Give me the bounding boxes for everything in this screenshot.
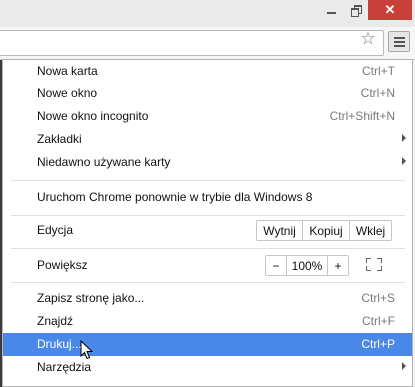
browser-toolbar: ☆ [0,27,415,60]
menu-item-new-incognito[interactable]: Nowe okno incognito Ctrl+Shift+N [3,105,412,128]
menu-item-new-window[interactable]: Nowe okno Ctrl+N [3,82,412,105]
menu-item-recent-tabs[interactable]: Niedawno używane karty [3,151,412,174]
menu-separator [11,215,405,216]
cut-button[interactable]: Wytnij [257,221,302,240]
zoom-control: − 100% + [265,255,349,276]
menu-item-save-page[interactable]: Zapisz stronę jako... Ctrl+S [3,287,412,310]
submenu-arrow-icon [402,362,406,370]
menu-item-label: Zapisz stronę jako... [37,291,145,305]
close-icon: ✕ [384,2,396,17]
title-bar: ✕ [0,0,415,27]
menu-item-zoom: Powiększ − 100% + [3,254,412,277]
zoom-in-button[interactable]: + [327,256,348,275]
chrome-menu: Nowa karta Ctrl+T Nowe okno Ctrl+N Nowe … [2,59,413,387]
menu-item-label: Powiększ [37,258,88,272]
copy-button[interactable]: Kopiuj [302,221,349,240]
hamburger-line [393,44,405,47]
menu-item-shortcut: Ctrl+P [361,337,395,351]
paste-button[interactable]: Wklej [349,221,391,240]
menu-item-print[interactable]: Drukuj... Ctrl+P [3,333,412,356]
menu-item-shortcut: Ctrl+Shift+N [329,109,395,123]
menu-separator [11,282,405,283]
menu-item-label: Uruchom Chrome ponownie w trybie dla Win… [37,190,313,204]
menu-item-label: Narzędzia [37,360,92,374]
menu-item-label: Edycja [37,223,74,237]
menu-item-shortcut: Ctrl+N [360,86,395,100]
chrome-menu-button[interactable] [388,31,410,52]
menu-item-label: Nowe okno incognito [37,109,149,123]
hamburger-line [393,36,405,39]
restore-icon [351,5,362,17]
menu-item-shortcut: Ctrl+T [362,64,395,78]
menu-item-label: Niedawno używane karty [37,155,171,169]
menu-item-label: Drukuj... [37,337,82,351]
fullscreen-icon[interactable] [366,258,382,271]
menu-item-find[interactable]: Znajdź Ctrl+F [3,310,412,333]
menu-item-label: Znajdź [37,314,74,328]
restore-button[interactable] [344,0,368,20]
close-button[interactable]: ✕ [368,0,412,20]
menu-item-relaunch-windows8[interactable]: Uruchom Chrome ponownie w trybie dla Win… [3,186,412,209]
mouse-cursor-icon [80,340,94,360]
menu-item-tools[interactable]: Narzędzia [3,356,412,379]
hamburger-line [393,40,405,43]
menu-item-shortcut: Ctrl+S [361,291,395,305]
submenu-arrow-icon [402,134,406,142]
edit-button-group: Wytnij Kopiuj Wklej [256,220,392,241]
menu-item-bookmarks[interactable]: Zakładki [3,128,412,151]
submenu-arrow-icon [402,157,406,165]
menu-item-shortcut: Ctrl+F [362,314,395,328]
zoom-level: 100% [286,256,327,275]
minimize-button[interactable] [318,0,344,20]
menu-separator [11,248,405,249]
menu-item-edit: Edycja Wytnij Kopiuj Wklej [3,219,412,242]
menu-separator [11,180,405,181]
star-icon[interactable]: ☆ [359,30,377,47]
address-bar[interactable] [0,30,384,56]
menu-item-label: Nowa karta [37,64,98,78]
menu-item-new-tab[interactable]: Nowa karta Ctrl+T [3,60,412,83]
zoom-out-button[interactable]: − [266,256,286,275]
menu-item-label: Nowe okno [37,86,98,100]
menu-item-label: Zakładki [37,132,82,146]
